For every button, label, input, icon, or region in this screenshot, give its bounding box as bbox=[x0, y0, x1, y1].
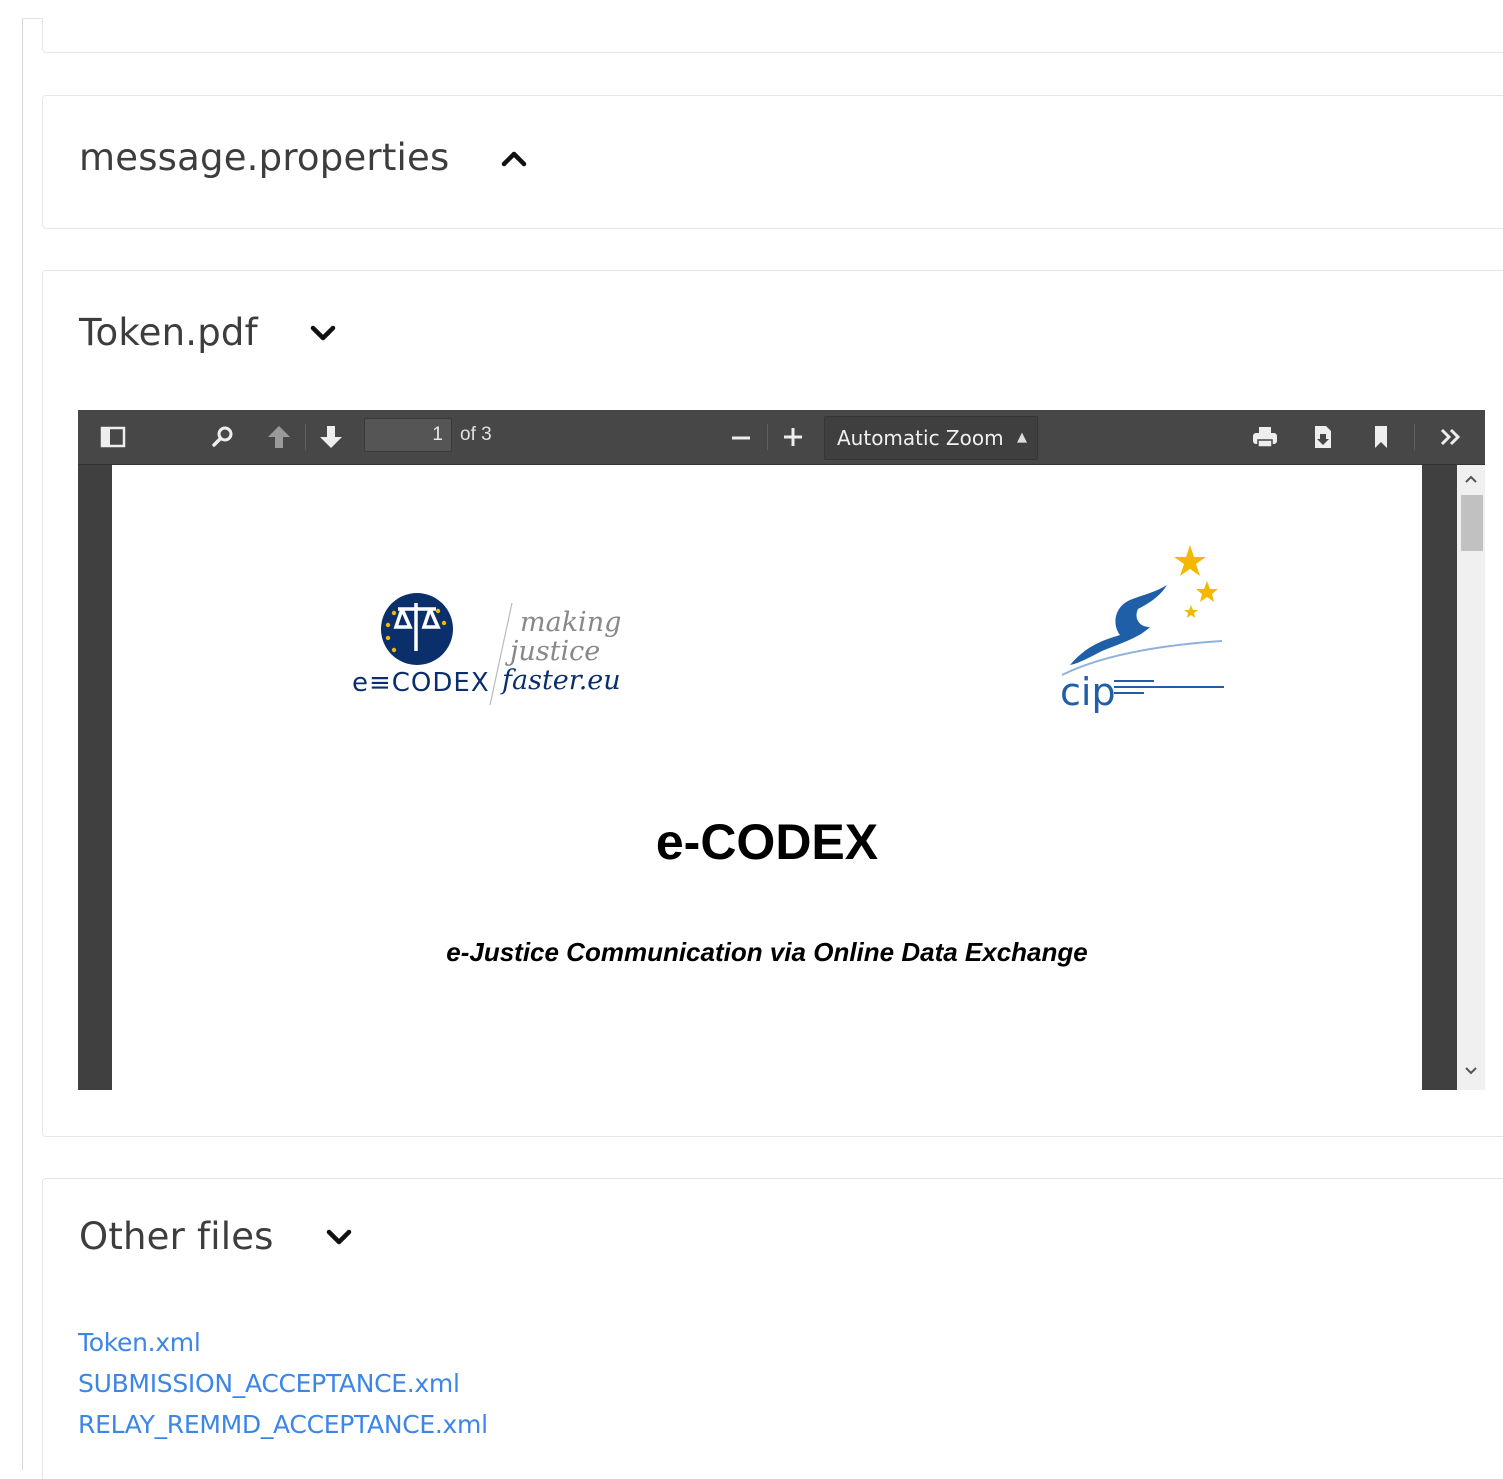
scrollbar-thumb[interactable] bbox=[1461, 495, 1483, 551]
file-link-relay-remmd-acceptance[interactable]: RELAY_REMMD_ACCEPTANCE.xml bbox=[78, 1404, 488, 1445]
pdf-viewer[interactable]: 1 of 3 Automatic Zoom ▲▼ bbox=[78, 410, 1485, 1090]
zoom-in-icon[interactable] bbox=[778, 423, 808, 451]
toolbar-separator bbox=[1414, 424, 1415, 450]
zoom-select-value: Automatic Zoom bbox=[837, 426, 1004, 450]
document-subtitle: e-Justice Communication via Online Data … bbox=[446, 937, 1088, 967]
scroll-down-icon[interactable] bbox=[1463, 1065, 1479, 1077]
pdf-toolbar: 1 of 3 Automatic Zoom ▲▼ bbox=[78, 410, 1485, 487]
pdf-page: e≡CODEX making justice faster.eu cip e-C… bbox=[112, 465, 1422, 1090]
chevron-down-icon[interactable] bbox=[324, 1225, 354, 1249]
bookmark-icon[interactable] bbox=[1366, 423, 1396, 451]
file-link-token-xml[interactable]: Token.xml bbox=[78, 1322, 488, 1363]
previous-page-icon[interactable] bbox=[264, 423, 294, 451]
token-pdf-header[interactable]: Token.pdf bbox=[79, 311, 338, 354]
ecodex-wordmark: e≡CODEX bbox=[352, 668, 490, 698]
tools-icon[interactable] bbox=[1436, 423, 1466, 451]
ecodex-tagline-line-3: faster.eu bbox=[500, 665, 621, 696]
other-files-header[interactable]: Other files bbox=[79, 1215, 354, 1258]
toolbar-separator bbox=[305, 424, 306, 450]
zoom-out-icon[interactable] bbox=[726, 423, 756, 451]
next-page-icon[interactable] bbox=[316, 423, 346, 451]
document-title: e-CODEX bbox=[655, 814, 879, 870]
ecodex-tagline-line-1: making bbox=[520, 607, 621, 638]
sidebar-toggle-icon[interactable] bbox=[98, 423, 128, 451]
download-icon[interactable] bbox=[1308, 423, 1338, 451]
ecodex-tagline-line-2: justice bbox=[505, 636, 600, 667]
message-properties-card: message.properties bbox=[42, 95, 1503, 229]
search-icon[interactable] bbox=[208, 423, 238, 451]
section-title: Other files bbox=[79, 1215, 274, 1258]
chevron-up-icon[interactable] bbox=[499, 146, 529, 170]
page-count-label: of 3 bbox=[460, 424, 492, 445]
page-number-input[interactable]: 1 bbox=[364, 418, 452, 452]
zoom-select[interactable]: Automatic Zoom ▲▼ bbox=[824, 416, 1038, 487]
scroll-up-icon[interactable] bbox=[1463, 473, 1479, 485]
toolbar-separator bbox=[767, 424, 768, 450]
file-link-submission-acceptance[interactable]: SUBMISSION_ACCEPTANCE.xml bbox=[78, 1363, 488, 1404]
section-title: message.properties bbox=[79, 136, 450, 179]
pdf-scrollbar[interactable] bbox=[1457, 465, 1485, 1090]
print-icon[interactable] bbox=[1250, 423, 1280, 451]
cip-logo: cip bbox=[1042, 545, 1242, 715]
message-properties-header[interactable]: message.properties bbox=[79, 136, 529, 179]
cip-wordmark: cip bbox=[1060, 670, 1116, 714]
previous-section-card bbox=[42, 18, 1503, 53]
section-title: Token.pdf bbox=[79, 311, 258, 354]
content-left-border bbox=[22, 18, 23, 1470]
file-list: Token.xml SUBMISSION_ACCEPTANCE.xml RELA… bbox=[78, 1322, 488, 1445]
ecodex-logo: e≡CODEX making justice faster.eu bbox=[352, 593, 642, 713]
chevron-down-icon[interactable] bbox=[308, 321, 338, 345]
